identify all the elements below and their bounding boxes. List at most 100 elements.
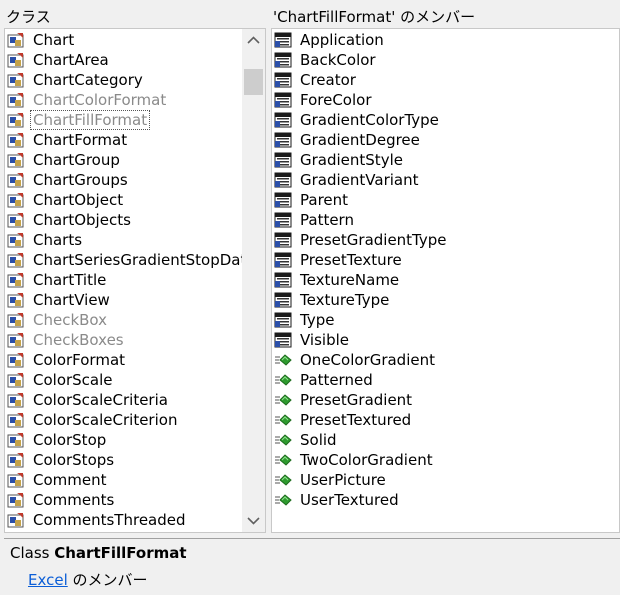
class-label: ColorScale bbox=[33, 371, 113, 389]
class-list-item[interactable]: ColorFormat bbox=[5, 350, 241, 370]
details-library: Excel のメンバー bbox=[28, 569, 148, 590]
class-label: ColorStops bbox=[33, 451, 115, 469]
class-list-item[interactable]: ColorStop bbox=[5, 430, 241, 450]
class-module-icon bbox=[7, 172, 25, 188]
classes-list-pane[interactable]: Chart ChartArea ChartCategory ChartColorFor… bbox=[4, 28, 266, 533]
class-module-icon bbox=[7, 512, 25, 528]
property-icon bbox=[274, 112, 292, 128]
class-module-icon bbox=[7, 412, 25, 428]
class-label: ChartSeriesGradientStopData bbox=[33, 251, 256, 269]
class-list-item[interactable]: ChartArea bbox=[5, 50, 241, 70]
property-icon bbox=[274, 272, 292, 288]
class-module-icon bbox=[7, 52, 25, 68]
class-module-icon bbox=[7, 392, 25, 408]
class-module-icon bbox=[7, 72, 25, 88]
method-icon bbox=[274, 392, 292, 408]
class-label: ChartGroups bbox=[33, 171, 128, 189]
class-list-item[interactable]: Charts bbox=[5, 230, 241, 250]
member-label: Solid bbox=[300, 431, 337, 449]
member-label: GradientDegree bbox=[300, 131, 420, 149]
member-label: GradientColorType bbox=[300, 111, 439, 129]
member-label: UserTextured bbox=[300, 491, 399, 509]
class-module-icon bbox=[7, 152, 25, 168]
member-label: PresetGradient bbox=[300, 391, 413, 409]
property-icon bbox=[274, 252, 292, 268]
library-link[interactable]: Excel bbox=[28, 571, 68, 589]
details-kind: Class bbox=[10, 544, 50, 562]
class-list-item[interactable]: ChartGroup bbox=[5, 150, 241, 170]
class-list-item[interactable]: ChartObjects bbox=[5, 210, 241, 230]
members-header: 'ChartFillFormat' のメンバー bbox=[271, 6, 616, 28]
chevron-down-icon[interactable] bbox=[242, 509, 265, 532]
class-label: ChartCategory bbox=[33, 71, 143, 89]
members-list-pane[interactable]: Application BackColor Creator ForeColor Grad… bbox=[271, 28, 620, 533]
class-list-item[interactable]: CheckBox bbox=[5, 310, 241, 330]
class-module-icon bbox=[7, 112, 25, 128]
details-pane: Class ChartFillFormat Excel のメンバー bbox=[4, 538, 620, 595]
class-module-icon bbox=[7, 312, 25, 328]
member-label: Visible bbox=[300, 331, 349, 349]
member-label: Creator bbox=[300, 71, 356, 89]
member-label: OneColorGradient bbox=[300, 351, 435, 369]
class-module-icon bbox=[7, 292, 25, 308]
class-list-item[interactable]: ChartSeriesGradientStopData bbox=[5, 250, 256, 270]
class-list-item[interactable]: ChartFormat bbox=[5, 130, 241, 150]
class-list-item[interactable]: ChartTitle bbox=[5, 270, 241, 290]
class-label: Charts bbox=[33, 231, 83, 249]
class-list-item[interactable]: Chart bbox=[5, 30, 241, 50]
member-label: TextureName bbox=[300, 271, 400, 289]
member-label: GradientStyle bbox=[300, 151, 403, 169]
classes-header: クラス bbox=[4, 6, 266, 28]
class-module-icon bbox=[7, 352, 25, 368]
class-list-item[interactable]: ChartFillFormat bbox=[5, 110, 241, 130]
member-label: Patterned bbox=[300, 371, 373, 389]
method-icon bbox=[274, 432, 292, 448]
class-label: ChartView bbox=[33, 291, 110, 309]
details-title: Class ChartFillFormat bbox=[10, 544, 187, 562]
class-module-icon bbox=[7, 32, 25, 48]
class-list-item[interactable]: ColorScaleCriterion bbox=[5, 410, 241, 430]
class-list-item[interactable]: ChartCategory bbox=[5, 70, 241, 90]
property-icon bbox=[274, 292, 292, 308]
class-module-icon bbox=[7, 252, 25, 268]
class-list-item[interactable]: ChartColorFormat bbox=[5, 90, 241, 110]
chevron-up-icon[interactable] bbox=[242, 29, 265, 52]
member-label: PresetGradientType bbox=[300, 231, 447, 249]
details-member-of: のメンバー bbox=[72, 571, 148, 589]
member-label: Application bbox=[300, 31, 384, 49]
class-label: Chart bbox=[33, 31, 75, 49]
class-list-item[interactable]: ChartView bbox=[5, 290, 241, 310]
class-list-item[interactable]: CheckBoxes bbox=[5, 330, 241, 350]
property-icon bbox=[274, 72, 292, 88]
class-label: ChartArea bbox=[33, 51, 109, 69]
property-icon bbox=[274, 212, 292, 228]
class-list-item[interactable]: Comments bbox=[5, 490, 241, 510]
method-icon bbox=[274, 352, 292, 368]
member-label: Parent bbox=[300, 191, 349, 209]
class-label: ColorScaleCriteria bbox=[33, 391, 168, 409]
class-list-item[interactable]: ColorScale bbox=[5, 370, 241, 390]
class-label: ChartTitle bbox=[33, 271, 107, 289]
class-module-icon bbox=[7, 192, 25, 208]
class-module-icon bbox=[7, 332, 25, 348]
property-icon bbox=[274, 332, 292, 348]
class-list-item[interactable]: Comment bbox=[5, 470, 241, 490]
class-module-icon bbox=[7, 472, 25, 488]
class-list-item[interactable]: ChartObject bbox=[5, 190, 241, 210]
classes-scrollbar[interactable] bbox=[242, 29, 265, 532]
property-icon bbox=[274, 152, 292, 168]
class-list-item[interactable]: CommentsThreaded bbox=[5, 510, 241, 530]
member-label: BackColor bbox=[300, 51, 376, 69]
method-icon bbox=[274, 372, 292, 388]
class-label: ChartObjects bbox=[33, 211, 131, 229]
class-module-icon bbox=[7, 92, 25, 108]
scrollbar-thumb[interactable] bbox=[244, 69, 263, 95]
class-list-item[interactable]: ColorScaleCriteria bbox=[5, 390, 241, 410]
class-module-icon bbox=[7, 272, 25, 288]
class-list-item[interactable]: ColorStops bbox=[5, 450, 241, 470]
class-module-icon bbox=[7, 432, 25, 448]
class-list-item[interactable]: ChartGroups bbox=[5, 170, 241, 190]
class-module-icon bbox=[7, 232, 25, 248]
class-label: CheckBoxes bbox=[33, 331, 124, 349]
class-label: ColorScaleCriterion bbox=[33, 411, 178, 429]
